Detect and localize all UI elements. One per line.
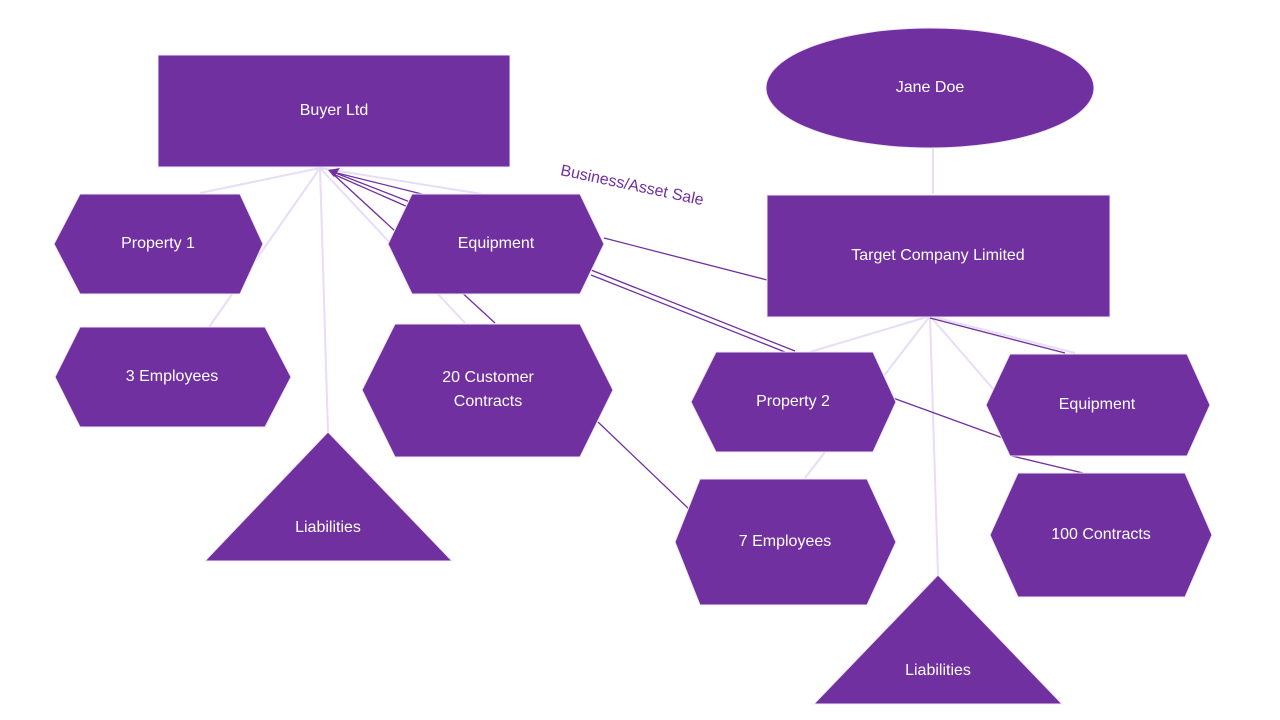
target-equipment-node[interactable]: Equipment [985, 353, 1211, 457]
jane-doe-ellipse[interactable]: Jane Doe [765, 27, 1095, 149]
target-employees-node[interactable]: 7 Employees [674, 478, 897, 606]
buyer-equipment-node[interactable]: Equipment [387, 193, 605, 295]
buyer-contracts-node[interactable]: 20 Customer Contracts [361, 323, 614, 458]
svg-text:Property 1: Property 1 [121, 235, 195, 252]
buyer-employees-node[interactable]: 3 Employees [54, 326, 292, 428]
svg-text:100 Contracts: 100 Contracts [1051, 526, 1151, 543]
svg-text:Property 2: Property 2 [756, 393, 830, 410]
svg-text:20 Customer: 20 Customer [442, 369, 534, 386]
svg-text:7 Employees: 7 Employees [739, 533, 832, 550]
buyer-title: Buyer Ltd [300, 102, 368, 119]
svg-text:Equipment: Equipment [458, 235, 535, 252]
diagram-canvas: Buyer Ltd Property 1 3 Employees Equipme… [53, 27, 1213, 705]
target-contracts-node[interactable]: 100 Contracts [989, 472, 1213, 598]
svg-text:Liabilities: Liabilities [295, 519, 361, 536]
svg-text:Jane Doe: Jane Doe [896, 79, 965, 96]
svg-text:Equipment: Equipment [1059, 396, 1136, 413]
svg-text:Liabilities: Liabilities [905, 662, 971, 679]
target-property-node[interactable]: Property 2 [690, 351, 897, 453]
target-company-box[interactable]: Target Company Limited [766, 194, 1111, 318]
svg-text:3 Employees: 3 Employees [126, 368, 219, 385]
target-title: Target Company Limited [851, 247, 1024, 264]
buyer-property-node[interactable]: Property 1 [53, 193, 264, 295]
buyer-ltd-box[interactable]: Buyer Ltd [157, 54, 511, 168]
svg-text:Contracts: Contracts [454, 393, 522, 410]
